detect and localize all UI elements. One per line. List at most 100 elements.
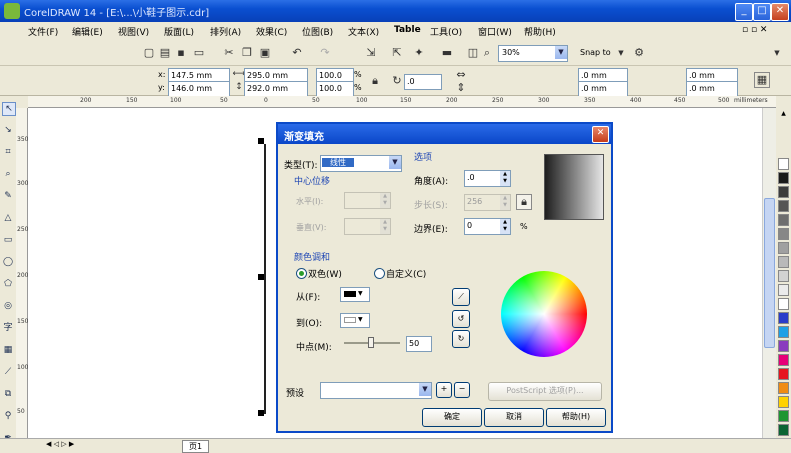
page-nav-icon[interactable]: ◀ ◁ ▷ ▶ xyxy=(46,440,74,448)
palette-scroll-up[interactable]: ▲ xyxy=(778,110,789,118)
from-color-picker[interactable]: ▼ xyxy=(340,287,370,302)
menu-window[interactable]: 窗口(W) xyxy=(478,25,512,38)
snap-to-button[interactable]: Snap to xyxy=(580,48,611,57)
copy-icon[interactable]: ❐ xyxy=(240,46,254,60)
undo-icon[interactable]: ↶ xyxy=(290,46,304,60)
rotation-angle-field[interactable]: .0 xyxy=(404,74,442,90)
midpoint-field[interactable]: 50 xyxy=(406,336,432,352)
eyedropper-icon[interactable]: ⚲ xyxy=(2,410,14,422)
pick-tool-icon[interactable]: ↖ xyxy=(2,102,16,116)
zoom-tool-icon[interactable]: ⌕ xyxy=(2,168,14,180)
menu-layout[interactable]: 版面(L) xyxy=(164,25,194,38)
toolbar-options-icon[interactable]: ▼ xyxy=(770,46,784,60)
remove-preset-button[interactable]: − xyxy=(454,382,470,398)
ellipse-tool-icon[interactable]: ◯ xyxy=(2,256,14,268)
menu-table[interactable]: Table xyxy=(394,25,421,35)
palette-swatch[interactable] xyxy=(778,410,789,422)
direct-blend-button[interactable]: ⟋ xyxy=(452,288,470,306)
text-tool-icon[interactable]: 字 xyxy=(2,322,14,334)
type-select[interactable]: 线性 ▼ xyxy=(320,155,402,172)
midpoint-slider-thumb[interactable] xyxy=(368,337,374,348)
palette-swatch[interactable] xyxy=(778,242,789,254)
ccw-blend-button[interactable]: ↺ xyxy=(452,310,470,328)
menu-effects[interactable]: 效果(C) xyxy=(256,25,287,38)
color-wheel[interactable] xyxy=(500,270,588,358)
connector-tool-icon[interactable]: ⟋ xyxy=(2,366,14,378)
custom-radio[interactable] xyxy=(374,268,385,279)
to-color-picker[interactable]: ▼ xyxy=(340,313,370,328)
view-manager-icon[interactable]: ▬ xyxy=(440,46,454,60)
new-icon[interactable]: ▢ xyxy=(142,46,156,60)
palette-swatch[interactable] xyxy=(778,368,789,380)
angle-spinner[interactable]: ▲ ▼ xyxy=(500,170,511,187)
zoom-level-select[interactable]: 30% ▼ xyxy=(498,45,568,62)
selection-handle[interactable] xyxy=(258,410,264,416)
palette-swatch[interactable] xyxy=(778,172,789,184)
redo-icon[interactable]: ↷ xyxy=(318,46,332,60)
selection-handle[interactable] xyxy=(258,138,264,144)
two-color-radio[interactable] xyxy=(296,268,307,279)
height-field[interactable]: 292.0 mm xyxy=(244,81,308,97)
offset-y-field[interactable]: .0 mm xyxy=(578,81,628,97)
palette-swatch[interactable] xyxy=(778,340,789,352)
save-icon[interactable]: ▪ xyxy=(174,46,188,60)
close-button[interactable]: ✕ xyxy=(771,3,789,21)
table-tool-icon[interactable]: ▦ xyxy=(2,344,14,356)
palette-swatch[interactable] xyxy=(778,228,789,240)
menu-edit[interactable]: 编辑(E) xyxy=(72,25,103,38)
cut-icon[interactable]: ✂ xyxy=(222,46,236,60)
palette-swatch[interactable] xyxy=(778,396,789,408)
scale-y-field[interactable]: 100.0 xyxy=(316,81,354,97)
selection-handle[interactable] xyxy=(258,274,264,280)
palette-swatch[interactable] xyxy=(778,186,789,198)
y-position-field[interactable]: 146.0 mm xyxy=(168,81,230,97)
cw-blend-button[interactable]: ↻ xyxy=(452,330,470,348)
polygon-tool-icon[interactable]: ⬠ xyxy=(2,278,14,290)
menu-restore-icon[interactable]: ▫ ▫ ✕ xyxy=(742,25,767,35)
lock-ratio-icon[interactable]: 🔒︎ xyxy=(368,74,382,88)
steps-lock-icon[interactable]: 🔒︎ xyxy=(516,194,532,210)
menu-help[interactable]: 帮助(H) xyxy=(524,25,556,38)
help-button[interactable]: 帮助(H) xyxy=(546,408,606,427)
launcher-icon[interactable]: ✦ xyxy=(412,46,426,60)
vertical-scrollbar[interactable] xyxy=(762,108,776,438)
import-icon[interactable]: ⇲ xyxy=(364,46,378,60)
crop-tool-icon[interactable]: ⌗ xyxy=(2,146,14,158)
menu-text[interactable]: 文本(X) xyxy=(348,25,379,38)
palette-swatch[interactable] xyxy=(778,256,789,268)
palette-swatch[interactable] xyxy=(778,298,789,310)
palette-swatch[interactable] xyxy=(778,158,789,170)
angle-field[interactable]: .0 xyxy=(464,170,504,187)
basic-shapes-icon[interactable]: ◎ xyxy=(2,300,14,312)
palette-swatch[interactable] xyxy=(778,200,789,212)
freehand-tool-icon[interactable]: ✎ xyxy=(2,190,14,202)
menu-arrange[interactable]: 排列(A) xyxy=(210,25,241,38)
menu-tools[interactable]: 工具(O) xyxy=(430,25,462,38)
edge-pad-spinner[interactable]: ▲ ▼ xyxy=(500,218,511,235)
presets-select[interactable]: ▼ xyxy=(320,382,432,399)
dialog-close-button[interactable]: ✕ xyxy=(592,126,609,143)
rectangle-tool-icon[interactable]: ▭ xyxy=(2,234,14,246)
open-icon[interactable]: ▤ xyxy=(158,46,172,60)
cancel-button[interactable]: 取消 xyxy=(484,408,544,427)
print-icon[interactable]: ▭ xyxy=(192,46,206,60)
interactive-blend-icon[interactable]: ⧉ xyxy=(2,388,14,400)
snap-dropdown-icon[interactable]: ▼ xyxy=(614,46,628,60)
palette-swatch[interactable] xyxy=(778,354,789,366)
mirror-vertical-icon[interactable]: ⇕ xyxy=(454,81,468,95)
zoom-icon[interactable]: ⌕ xyxy=(480,46,494,60)
export-icon[interactable]: ⇱ xyxy=(390,46,404,60)
wireframe-icon[interactable]: ▦ xyxy=(754,72,770,88)
paste-icon[interactable]: ▣ xyxy=(258,46,272,60)
options-icon[interactable]: ⚙ xyxy=(632,46,646,60)
menu-file[interactable]: 文件(F) xyxy=(28,25,58,38)
palette-swatch[interactable] xyxy=(778,424,789,436)
scroll-thumb[interactable] xyxy=(764,198,775,348)
maximize-button[interactable]: □ xyxy=(753,3,771,21)
palette-swatch[interactable] xyxy=(778,312,789,324)
full-screen-icon[interactable]: ◫ xyxy=(466,46,480,60)
dup-offset-y-field[interactable]: .0 mm xyxy=(686,81,738,97)
smart-fill-icon[interactable]: △ xyxy=(2,212,14,224)
menu-bitmaps[interactable]: 位图(B) xyxy=(302,25,333,38)
palette-swatch[interactable] xyxy=(778,214,789,226)
